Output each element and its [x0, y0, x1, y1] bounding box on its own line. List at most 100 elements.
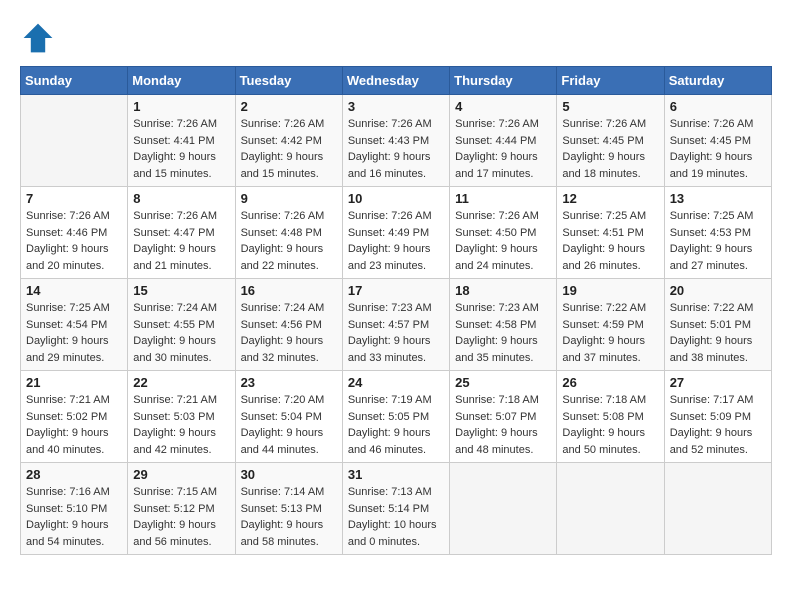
logo: [20, 20, 62, 56]
day-number: 15: [133, 283, 229, 298]
calendar-cell: 23 Sunrise: 7:20 AM Sunset: 5:04 PM Dayli…: [235, 371, 342, 463]
day-number: 31: [348, 467, 444, 482]
day-info: Sunrise: 7:26 AM Sunset: 4:49 PM Dayligh…: [348, 208, 444, 274]
column-header-monday: Monday: [128, 67, 235, 95]
day-info: Sunrise: 7:26 AM Sunset: 4:45 PM Dayligh…: [562, 116, 658, 182]
day-number: 17: [348, 283, 444, 298]
day-number: 29: [133, 467, 229, 482]
day-info: Sunrise: 7:25 AM Sunset: 4:51 PM Dayligh…: [562, 208, 658, 274]
day-number: 23: [241, 375, 337, 390]
calendar-cell: 17 Sunrise: 7:23 AM Sunset: 4:57 PM Dayli…: [342, 279, 449, 371]
calendar-cell: 14Sunrise: 7:25 AM Sunset: 4:54 PM Dayli…: [21, 279, 128, 371]
calendar-cell: 7 Sunrise: 7:26 AM Sunset: 4:46 PM Daylig…: [21, 187, 128, 279]
day-number: 20: [670, 283, 766, 298]
day-number: 3: [348, 99, 444, 114]
calendar-cell: 3 Sunrise: 7:26 AM Sunset: 4:43 PM Daylig…: [342, 95, 449, 187]
day-number: 24: [348, 375, 444, 390]
calendar-cell: 18 Sunrise: 7:23 AM Sunset: 4:58 PM Dayli…: [450, 279, 557, 371]
day-number: 7: [26, 191, 122, 206]
day-info: Sunrise: 7:16 AM Sunset: 5:10 PM Dayligh…: [26, 484, 122, 550]
day-info: Sunrise: 7:22 AM Sunset: 5:01 PM Dayligh…: [670, 300, 766, 366]
calendar-cell: 1 Sunrise: 7:26 AM Sunset: 4:41 PM Daylig…: [128, 95, 235, 187]
column-header-saturday: Saturday: [664, 67, 771, 95]
day-number: 22: [133, 375, 229, 390]
day-number: 1: [133, 99, 229, 114]
calendar-cell: 4Sunrise: 7:26 AM Sunset: 4:44 PM Daylig…: [450, 95, 557, 187]
day-number: 19: [562, 283, 658, 298]
calendar-cell: 15 Sunrise: 7:24 AM Sunset: 4:55 PM Dayli…: [128, 279, 235, 371]
day-number: 25: [455, 375, 551, 390]
day-number: 30: [241, 467, 337, 482]
calendar-cell: 28 Sunrise: 7:16 AM Sunset: 5:10 PM Dayli…: [21, 463, 128, 555]
calendar-cell: 31 Sunrise: 7:13 AM Sunset: 5:14 PM Dayli…: [342, 463, 449, 555]
day-number: 8: [133, 191, 229, 206]
calendar-week-row: 14Sunrise: 7:25 AM Sunset: 4:54 PM Dayli…: [21, 279, 772, 371]
day-info: Sunrise: 7:26 AM Sunset: 4:44 PM Dayligh…: [455, 116, 551, 182]
calendar-cell: [21, 95, 128, 187]
day-number: 14: [26, 283, 122, 298]
calendar-cell: 10 Sunrise: 7:26 AM Sunset: 4:49 PM Dayli…: [342, 187, 449, 279]
day-info: Sunrise: 7:23 AM Sunset: 4:58 PM Dayligh…: [455, 300, 551, 366]
calendar-cell: 19 Sunrise: 7:22 AM Sunset: 4:59 PM Dayli…: [557, 279, 664, 371]
calendar-cell: 22 Sunrise: 7:21 AM Sunset: 5:03 PM Dayli…: [128, 371, 235, 463]
calendar-cell: [450, 463, 557, 555]
day-info: Sunrise: 7:15 AM Sunset: 5:12 PM Dayligh…: [133, 484, 229, 550]
calendar-cell: [664, 463, 771, 555]
day-info: Sunrise: 7:23 AM Sunset: 4:57 PM Dayligh…: [348, 300, 444, 366]
calendar-cell: 25 Sunrise: 7:18 AM Sunset: 5:07 PM Dayli…: [450, 371, 557, 463]
day-number: 27: [670, 375, 766, 390]
calendar-cell: 20 Sunrise: 7:22 AM Sunset: 5:01 PM Dayli…: [664, 279, 771, 371]
logo-icon: [20, 20, 56, 56]
calendar-week-row: 7 Sunrise: 7:26 AM Sunset: 4:46 PM Daylig…: [21, 187, 772, 279]
calendar-cell: 21Sunrise: 7:21 AM Sunset: 5:02 PM Dayli…: [21, 371, 128, 463]
calendar-cell: 11 Sunrise: 7:26 AM Sunset: 4:50 PM Dayli…: [450, 187, 557, 279]
day-info: Sunrise: 7:26 AM Sunset: 4:48 PM Dayligh…: [241, 208, 337, 274]
day-number: 10: [348, 191, 444, 206]
day-info: Sunrise: 7:26 AM Sunset: 4:46 PM Dayligh…: [26, 208, 122, 274]
day-number: 18: [455, 283, 551, 298]
calendar-cell: 26 Sunrise: 7:18 AM Sunset: 5:08 PM Dayli…: [557, 371, 664, 463]
column-header-sunday: Sunday: [21, 67, 128, 95]
calendar-week-row: 1 Sunrise: 7:26 AM Sunset: 4:41 PM Daylig…: [21, 95, 772, 187]
day-info: Sunrise: 7:17 AM Sunset: 5:09 PM Dayligh…: [670, 392, 766, 458]
calendar-table: SundayMondayTuesdayWednesdayThursdayFrid…: [20, 66, 772, 555]
day-info: Sunrise: 7:24 AM Sunset: 4:56 PM Dayligh…: [241, 300, 337, 366]
day-number: 28: [26, 467, 122, 482]
day-info: Sunrise: 7:24 AM Sunset: 4:55 PM Dayligh…: [133, 300, 229, 366]
day-number: 11: [455, 191, 551, 206]
day-info: Sunrise: 7:26 AM Sunset: 4:45 PM Dayligh…: [670, 116, 766, 182]
day-info: Sunrise: 7:18 AM Sunset: 5:07 PM Dayligh…: [455, 392, 551, 458]
column-header-thursday: Thursday: [450, 67, 557, 95]
day-info: Sunrise: 7:22 AM Sunset: 4:59 PM Dayligh…: [562, 300, 658, 366]
day-info: Sunrise: 7:25 AM Sunset: 4:53 PM Dayligh…: [670, 208, 766, 274]
day-number: 9: [241, 191, 337, 206]
day-info: Sunrise: 7:21 AM Sunset: 5:03 PM Dayligh…: [133, 392, 229, 458]
day-number: 6: [670, 99, 766, 114]
calendar-week-row: 21Sunrise: 7:21 AM Sunset: 5:02 PM Dayli…: [21, 371, 772, 463]
day-info: Sunrise: 7:13 AM Sunset: 5:14 PM Dayligh…: [348, 484, 444, 550]
day-info: Sunrise: 7:19 AM Sunset: 5:05 PM Dayligh…: [348, 392, 444, 458]
calendar-cell: 2Sunrise: 7:26 AM Sunset: 4:42 PM Daylig…: [235, 95, 342, 187]
day-info: Sunrise: 7:26 AM Sunset: 4:50 PM Dayligh…: [455, 208, 551, 274]
calendar-cell: 24 Sunrise: 7:19 AM Sunset: 5:05 PM Dayli…: [342, 371, 449, 463]
calendar-cell: 13 Sunrise: 7:25 AM Sunset: 4:53 PM Dayli…: [664, 187, 771, 279]
day-number: 16: [241, 283, 337, 298]
calendar-cell: 9 Sunrise: 7:26 AM Sunset: 4:48 PM Daylig…: [235, 187, 342, 279]
calendar-header-row: SundayMondayTuesdayWednesdayThursdayFrid…: [21, 67, 772, 95]
day-info: Sunrise: 7:20 AM Sunset: 5:04 PM Dayligh…: [241, 392, 337, 458]
day-info: Sunrise: 7:18 AM Sunset: 5:08 PM Dayligh…: [562, 392, 658, 458]
day-info: Sunrise: 7:26 AM Sunset: 4:43 PM Dayligh…: [348, 116, 444, 182]
page-header: [20, 20, 772, 56]
day-number: 5: [562, 99, 658, 114]
calendar-cell: 30Sunrise: 7:14 AM Sunset: 5:13 PM Dayli…: [235, 463, 342, 555]
calendar-cell: 5 Sunrise: 7:26 AM Sunset: 4:45 PM Daylig…: [557, 95, 664, 187]
calendar-cell: 29 Sunrise: 7:15 AM Sunset: 5:12 PM Dayli…: [128, 463, 235, 555]
calendar-cell: 6 Sunrise: 7:26 AM Sunset: 4:45 PM Daylig…: [664, 95, 771, 187]
day-number: 13: [670, 191, 766, 206]
day-info: Sunrise: 7:26 AM Sunset: 4:42 PM Dayligh…: [241, 116, 337, 182]
day-number: 21: [26, 375, 122, 390]
day-number: 12: [562, 191, 658, 206]
calendar-cell: 16 Sunrise: 7:24 AM Sunset: 4:56 PM Dayli…: [235, 279, 342, 371]
day-info: Sunrise: 7:26 AM Sunset: 4:41 PM Dayligh…: [133, 116, 229, 182]
day-number: 26: [562, 375, 658, 390]
